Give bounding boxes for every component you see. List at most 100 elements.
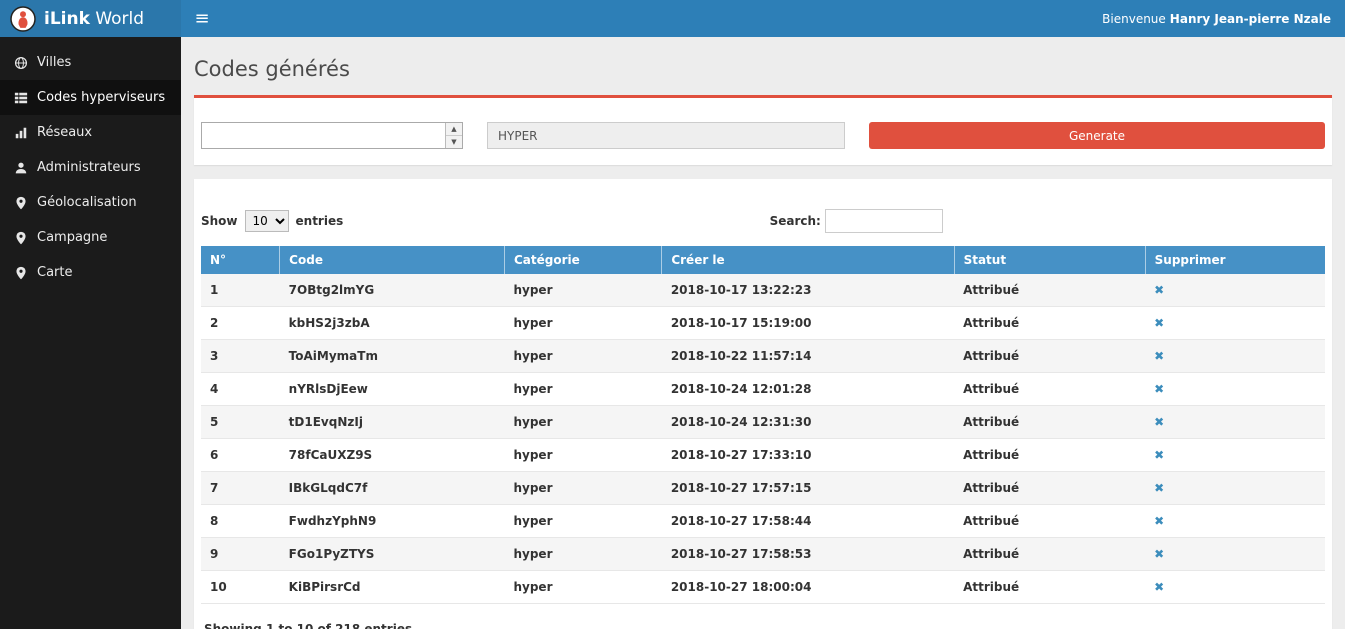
- sidebar-item-label: Campagne: [37, 230, 107, 245]
- generate-panel: ▲ ▼ Generate: [194, 95, 1332, 165]
- table-cell: 78fCaUXZ9S: [280, 439, 505, 472]
- delete-icon[interactable]: ✖: [1154, 415, 1164, 429]
- table-cell: 2018-10-24 12:31:30: [662, 406, 954, 439]
- delete-icon[interactable]: ✖: [1154, 283, 1164, 297]
- map-marker-icon: [14, 266, 28, 280]
- table-cell-supprimer: ✖: [1145, 472, 1325, 505]
- sidebar-toggle-button[interactable]: ≡: [181, 0, 223, 37]
- stepper-arrows[interactable]: ▲ ▼: [445, 123, 462, 148]
- table-cell: hyper: [504, 406, 661, 439]
- table-row: 5tD1EvqNzIjhyper2018-10-24 12:31:30Attri…: [201, 406, 1325, 439]
- delete-icon[interactable]: ✖: [1154, 349, 1164, 363]
- entries-select[interactable]: 10: [245, 210, 289, 232]
- sidebar-item-label: Réseaux: [37, 125, 92, 140]
- column-header-creer-le[interactable]: Créer le: [662, 246, 954, 274]
- table-cell-supprimer: ✖: [1145, 307, 1325, 340]
- codes-table: N° Code Catégorie Créer le Statut Suppri…: [201, 246, 1325, 604]
- table-cell: 2018-10-27 18:00:04: [662, 571, 954, 604]
- table-cell-supprimer: ✖: [1145, 505, 1325, 538]
- table-cell: 7: [201, 472, 280, 505]
- table-cell: 5: [201, 406, 280, 439]
- sidebar-item-label: Carte: [37, 265, 72, 280]
- delete-icon[interactable]: ✖: [1154, 580, 1164, 594]
- search-group: Search:: [770, 209, 943, 233]
- table-cell: 2018-10-17 15:19:00: [662, 307, 954, 340]
- table-controls: Show 10 entries Search:: [201, 209, 1325, 233]
- table-cell: 1: [201, 274, 280, 307]
- brand-bold: iLink: [44, 9, 90, 29]
- table-row: 10KiBPirsrCdhyper2018-10-27 18:00:04Attr…: [201, 571, 1325, 604]
- sidebar-item-villes[interactable]: Villes: [0, 45, 181, 80]
- column-header-numero[interactable]: N°: [201, 246, 280, 274]
- table-row: 2kbHS2j3zbAhyper2018-10-17 15:19:00Attri…: [201, 307, 1325, 340]
- welcome-prefix: Bienvenue: [1102, 12, 1166, 26]
- sidebar-item-codes-hyperviseurs[interactable]: Codes hyperviseurs: [0, 80, 181, 115]
- category-input: [487, 122, 845, 149]
- table-cell: 3: [201, 340, 280, 373]
- table-row: 678fCaUXZ9Shyper2018-10-27 17:33:10Attri…: [201, 439, 1325, 472]
- column-header-categorie[interactable]: Catégorie: [504, 246, 661, 274]
- table-row: 7IBkGLqdC7fhyper2018-10-27 17:57:15Attri…: [201, 472, 1325, 505]
- table-cell: Attribué: [954, 505, 1145, 538]
- delete-icon[interactable]: ✖: [1154, 481, 1164, 495]
- table-cell: 2018-10-22 11:57:14: [662, 340, 954, 373]
- generate-button[interactable]: Generate: [869, 122, 1325, 149]
- map-marker-icon: [14, 196, 28, 210]
- table-cell: 10: [201, 571, 280, 604]
- stepper-up-icon[interactable]: ▲: [446, 123, 462, 136]
- table-cell: 2: [201, 307, 280, 340]
- delete-icon[interactable]: ✖: [1154, 382, 1164, 396]
- table-row: 17OBtg2lmYGhyper2018-10-17 13:22:23Attri…: [201, 274, 1325, 307]
- table-footer: Showing 1 to 10 of 218 entries Previous1…: [201, 620, 1325, 629]
- quantity-stepper[interactable]: ▲ ▼: [201, 122, 463, 149]
- stepper-down-icon[interactable]: ▼: [446, 136, 462, 148]
- table-cell: 2018-10-27 17:33:10: [662, 439, 954, 472]
- table-cell: 9: [201, 538, 280, 571]
- sidebar-item-reseaux[interactable]: Réseaux: [0, 115, 181, 150]
- welcome-text: Bienvenue Hanry Jean-pierre Nzale: [1102, 0, 1345, 37]
- search-input[interactable]: [825, 209, 943, 233]
- table-cell: IBkGLqdC7f: [280, 472, 505, 505]
- delete-icon[interactable]: ✖: [1154, 448, 1164, 462]
- sidebar-item-geolocalisation[interactable]: Géolocalisation: [0, 185, 181, 220]
- table-cell: hyper: [504, 307, 661, 340]
- table-cell: hyper: [504, 340, 661, 373]
- table-cell: Attribué: [954, 274, 1145, 307]
- table-cell-supprimer: ✖: [1145, 274, 1325, 307]
- delete-icon[interactable]: ✖: [1154, 316, 1164, 330]
- column-header-supprimer[interactable]: Supprimer: [1145, 246, 1325, 274]
- quantity-input[interactable]: [202, 123, 445, 148]
- table-cell: hyper: [504, 505, 661, 538]
- sidebar-item-campagne[interactable]: Campagne: [0, 220, 181, 255]
- table-cell: 7OBtg2lmYG: [280, 274, 505, 307]
- table-cell: 2018-10-27 17:58:53: [662, 538, 954, 571]
- table-cell: 8: [201, 505, 280, 538]
- delete-icon[interactable]: ✖: [1154, 514, 1164, 528]
- brand[interactable]: iLink World: [0, 0, 181, 37]
- table-cell: ToAiMymaTm: [280, 340, 505, 373]
- sidebar-item-carte[interactable]: Carte: [0, 255, 181, 290]
- sidebar-item-administrateurs[interactable]: Administrateurs: [0, 150, 181, 185]
- main-content: Codes générés ▲ ▼ Generate Show 10 entri…: [181, 37, 1345, 629]
- table-cell: 2018-10-24 12:01:28: [662, 373, 954, 406]
- table-cell: hyper: [504, 571, 661, 604]
- table-row: 4nYRlsDjEewhyper2018-10-24 12:01:28Attri…: [201, 373, 1325, 406]
- table-cell: Attribué: [954, 307, 1145, 340]
- table-cell-supprimer: ✖: [1145, 571, 1325, 604]
- table-cell: hyper: [504, 472, 661, 505]
- hamburger-icon: ≡: [194, 8, 209, 29]
- sidebar-item-label: Administrateurs: [37, 160, 141, 175]
- table-cell-supprimer: ✖: [1145, 406, 1325, 439]
- user-icon: [14, 161, 28, 175]
- topbar: iLink World ≡ Bienvenue Hanry Jean-pierr…: [0, 0, 1345, 37]
- table-cell: Attribué: [954, 373, 1145, 406]
- table-panel: Show 10 entries Search: N° Code Catégori…: [194, 179, 1332, 629]
- delete-icon[interactable]: ✖: [1154, 547, 1164, 561]
- sidebar-item-label: Villes: [37, 55, 71, 70]
- list-icon: [14, 91, 28, 105]
- table-cell: KiBPirsrCd: [280, 571, 505, 604]
- table-cell: nYRlsDjEew: [280, 373, 505, 406]
- column-header-statut[interactable]: Statut: [954, 246, 1145, 274]
- bar-chart-icon: [14, 126, 28, 140]
- column-header-code[interactable]: Code: [280, 246, 505, 274]
